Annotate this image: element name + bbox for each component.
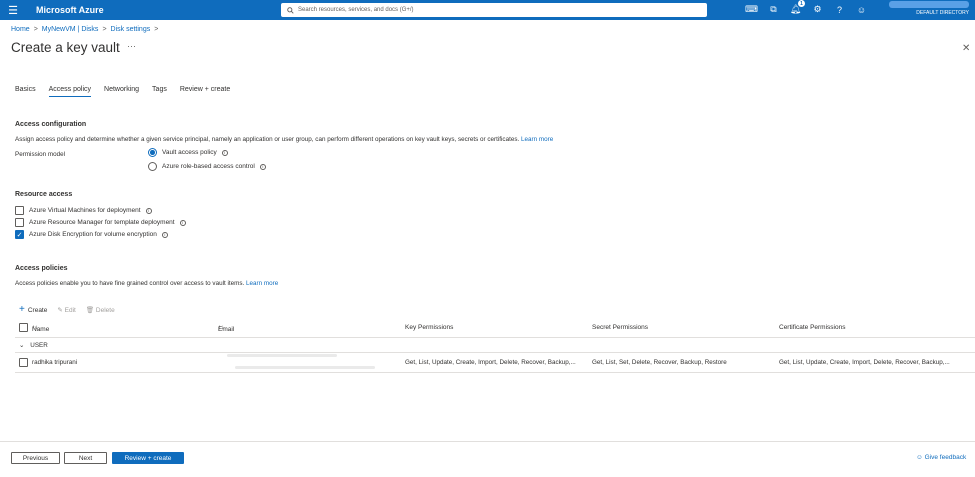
row-checkbox[interactable] (19, 358, 28, 367)
cloud-shell-icon[interactable]: ⌨ (745, 3, 758, 16)
give-feedback-label: Give feedback (924, 454, 967, 461)
checkbox-label: Azure Disk Encryption for volume encrypt… (29, 231, 157, 238)
tab-tags[interactable]: Tags (152, 86, 167, 97)
chevron-down-icon[interactable]: ⌄ (19, 342, 24, 349)
page-title: Create a key vault (11, 40, 120, 55)
plus-icon: + (19, 304, 25, 315)
radio-button[interactable] (148, 162, 157, 171)
column-certificate-permissions[interactable]: Certificate Permissions (779, 324, 845, 331)
account-menu[interactable]: DEFAULT DIRECTORY (889, 1, 969, 16)
feedback-person-icon: ☺ (916, 454, 923, 461)
access-configuration-description: Assign access policy and determine wheth… (15, 136, 553, 143)
menu-icon[interactable]: ☰ (0, 4, 26, 17)
column-key-permissions[interactable]: Key Permissions (405, 324, 453, 331)
brand-name[interactable]: Microsoft Azure (36, 5, 104, 15)
access-config-text: Assign access policy and determine wheth… (15, 136, 520, 143)
radio-label: Azure role-based access control (162, 163, 255, 170)
info-icon[interactable]: i (259, 163, 266, 170)
checkbox[interactable] (15, 206, 24, 215)
close-icon[interactable]: ✕ (962, 43, 970, 54)
tab-networking[interactable]: Networking (104, 86, 139, 97)
previous-button[interactable]: Previous (11, 452, 60, 464)
next-button[interactable]: Next (64, 452, 107, 464)
breadcrumb-home[interactable]: Home (11, 26, 30, 33)
delete-button[interactable]: 🗑︎ Delete (86, 306, 115, 314)
search-placeholder: Search resources, services, and docs (G+… (298, 7, 414, 13)
column-name[interactable]: Name ↑↓ (32, 324, 49, 333)
radio-azure-rbac[interactable]: Azure role-based access control i (148, 162, 266, 171)
divider (15, 352, 975, 353)
footer-divider (0, 441, 975, 442)
notification-badge: 1 (798, 0, 805, 7)
create-button[interactable]: + Create (19, 304, 47, 315)
policy-table-header: Name ↑↓ Email ↑↓ Key Permissions Secret … (15, 322, 975, 335)
give-feedback-link[interactable]: ☺ Give feedback (916, 454, 966, 461)
checkbox-arm-template-deployment[interactable]: Azure Resource Manager for template depl… (15, 218, 186, 227)
select-all-checkbox[interactable] (19, 323, 28, 332)
more-options-icon[interactable]: ··· (127, 41, 136, 51)
checkbox-label: Azure Resource Manager for template depl… (29, 219, 175, 226)
email-redacted (227, 354, 337, 357)
checkbox-vm-deployment[interactable]: Azure Virtual Machines for deployment i (15, 206, 152, 215)
column-label: Email (218, 326, 235, 333)
breadcrumb: Home > MyNewVM | Disks > Disk settings > (11, 26, 159, 33)
checkbox[interactable] (15, 218, 24, 227)
group-label: USER (30, 342, 48, 349)
tab-basics[interactable]: Basics (15, 86, 36, 97)
checkbox-label: Azure Virtual Machines for deployment (29, 207, 141, 214)
create-label: Create (27, 307, 48, 314)
directory-name: DEFAULT DIRECTORY (916, 10, 969, 16)
divider (15, 372, 975, 373)
access-policies-heading: Access policies (15, 265, 68, 272)
directory-filter-icon[interactable]: ⧉ (767, 3, 780, 16)
account-name-redacted (889, 1, 969, 8)
breadcrumb-disk-settings[interactable]: Disk settings (111, 26, 151, 33)
checkbox-disk-encryption[interactable]: ✓ Azure Disk Encryption for volume encry… (15, 230, 168, 239)
checkbox-checked[interactable]: ✓ (15, 230, 24, 239)
edit-button[interactable]: ✎ Edit (57, 306, 75, 314)
info-icon[interactable]: i (145, 207, 152, 214)
tab-access-policy[interactable]: Access policy (48, 86, 92, 97)
review-create-button[interactable]: Review + create (112, 452, 184, 464)
breadcrumb-disks[interactable]: MyNewVM | Disks (42, 26, 99, 33)
global-search-input[interactable]: Search resources, services, and docs (G+… (281, 3, 707, 17)
access-policies-learn-more-link[interactable]: Learn more (246, 280, 278, 287)
radio-button-selected[interactable] (148, 148, 157, 157)
resource-access-heading: Resource access (15, 191, 73, 198)
row-key-permissions: Get, List, Update, Create, Import, Delet… (405, 359, 576, 366)
radio-label: Vault access policy (162, 149, 217, 156)
column-email[interactable]: Email ↑↓ (218, 324, 234, 333)
column-secret-permissions[interactable]: Secret Permissions (592, 324, 648, 331)
row-certificate-permissions: Get, List, Update, Create, Import, Delet… (779, 359, 950, 366)
access-policies-description: Access policies enable you to have fine … (15, 280, 278, 287)
info-icon[interactable]: i (221, 149, 228, 156)
policy-toolbar: + Create ✎ Edit 🗑︎ Delete (19, 304, 115, 315)
radio-vault-access-policy[interactable]: Vault access policy i (148, 148, 228, 157)
feedback-icon[interactable]: ☺ (855, 3, 868, 16)
group-user[interactable]: ⌄ USER (19, 342, 48, 349)
email-redacted (235, 366, 375, 369)
info-icon[interactable]: i (179, 219, 186, 226)
table-row[interactable]: radhika tripurani Get, List, Update, Cre… (15, 354, 975, 370)
notifications-bell-icon[interactable]: 🔔︎ 1 (789, 0, 805, 16)
tab-bar: Basics Access policy Networking Tags Rev… (15, 86, 230, 97)
column-label: Name (32, 326, 50, 333)
settings-gear-icon[interactable]: ⚙ (811, 3, 824, 16)
tab-review-create[interactable]: Review + create (180, 86, 230, 97)
info-icon[interactable]: i (161, 231, 168, 238)
access-policies-text: Access policies enable you to have fine … (15, 280, 245, 287)
permission-model-label: Permission model (15, 151, 66, 158)
edit-label: Edit (64, 306, 76, 314)
row-name: radhika tripurani (32, 359, 78, 366)
delete-label: Delete (95, 306, 115, 314)
help-icon[interactable]: ? (833, 3, 846, 16)
access-configuration-heading: Access configuration (15, 121, 87, 128)
access-config-learn-more-link[interactable]: Learn more (521, 136, 553, 143)
divider (15, 337, 975, 338)
search-icon (287, 6, 294, 14)
row-secret-permissions: Get, List, Set, Delete, Recover, Backup,… (592, 359, 727, 366)
